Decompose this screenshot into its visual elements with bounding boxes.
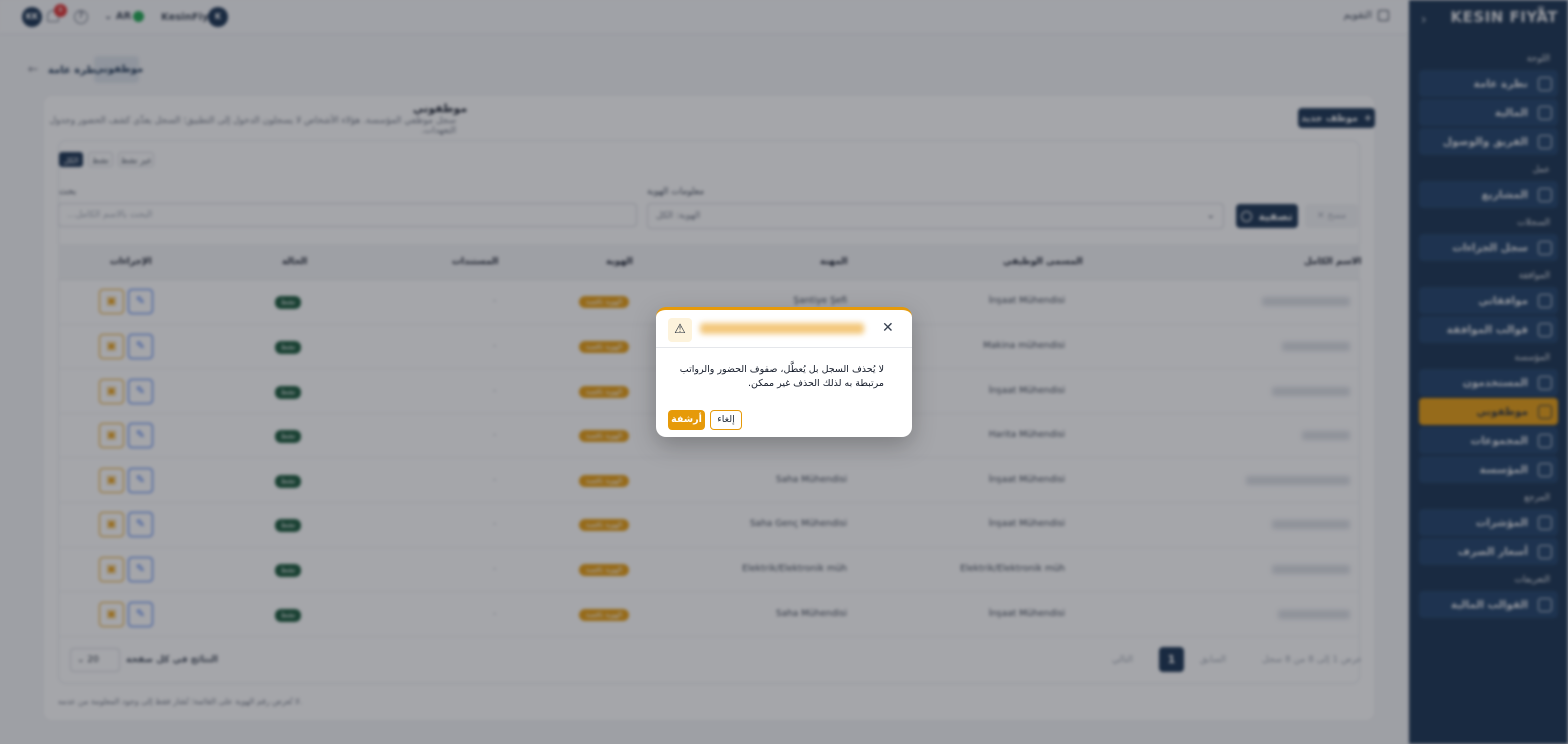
dialog-message: لا يُحذف السجل بل يُعطَّل، صفوف الحضور و… bbox=[679, 364, 884, 389]
archive-button[interactable]: أرشفة bbox=[668, 410, 705, 430]
archive-dialog: ⚠ ✕ لا يُحذف السجل بل يُعطَّل، صفوف الحض… bbox=[656, 307, 912, 437]
dialog-title-redacted bbox=[700, 323, 864, 334]
warning-icon: ⚠ bbox=[668, 318, 692, 342]
cancel-button[interactable]: إلغاء bbox=[710, 410, 742, 430]
close-icon[interactable]: ✕ bbox=[882, 320, 894, 336]
